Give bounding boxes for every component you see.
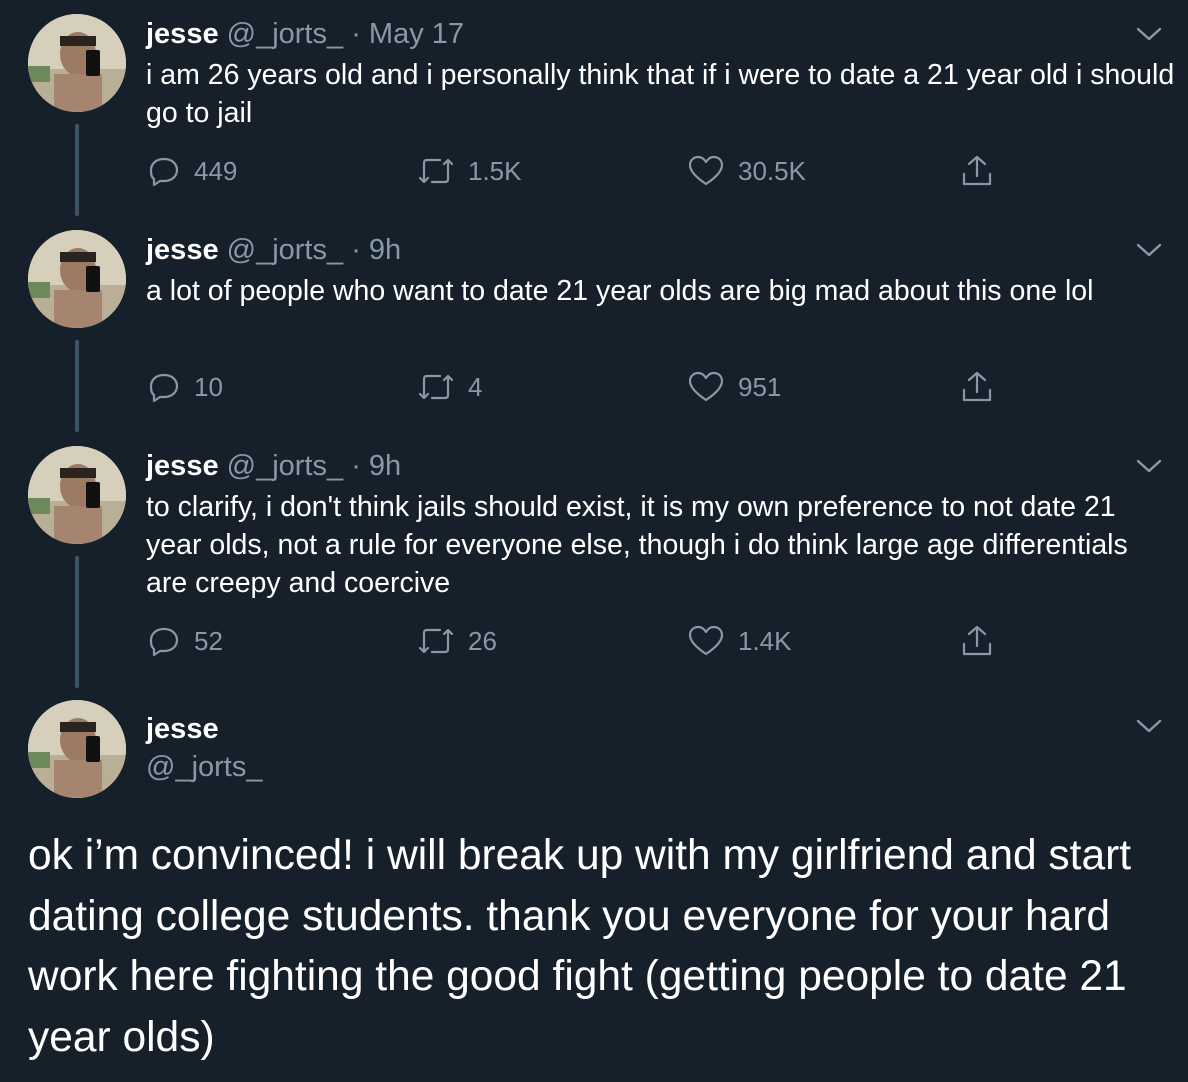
tweet-header: jesse @_jorts_ · 9h: [146, 449, 401, 483]
avatar[interactable]: [28, 700, 126, 798]
timestamp[interactable]: 9h: [369, 234, 401, 266]
like-count: 1.4K: [738, 625, 792, 656]
reply-count: 10: [194, 371, 223, 402]
tweet-header: jesse @_jorts_ · 9h: [146, 233, 401, 267]
timestamp[interactable]: May 17: [369, 18, 464, 50]
like-count: 30.5K: [738, 155, 806, 186]
reply-button[interactable]: 10: [148, 370, 223, 404]
thread-line: [75, 556, 79, 688]
reply-icon: [148, 625, 180, 657]
share-button[interactable]: [960, 624, 994, 658]
avatar[interactable]: [28, 230, 126, 328]
like-button[interactable]: 30.5K: [688, 154, 806, 188]
timestamp[interactable]: 9h: [369, 450, 401, 482]
separator-dot: ·: [351, 450, 361, 482]
avatar[interactable]: [28, 446, 126, 544]
reply-icon: [148, 155, 180, 187]
like-count: 951: [738, 371, 782, 402]
display-name[interactable]: jesse: [146, 712, 219, 746]
main-tweet-text: ok i’m convinced! i will break up with m…: [28, 832, 1132, 1061]
share-icon: [960, 624, 994, 658]
tweet-1[interactable]: jesse @_jorts_ · May 17 i am 26 years ol…: [0, 0, 1188, 216]
tweet-2[interactable]: jesse @_jorts_ · 9h a lot of people who …: [0, 216, 1188, 432]
separator-dot: ·: [351, 234, 361, 266]
tweet-text: to clarify, i don't think jails should e…: [146, 491, 1128, 599]
avatar[interactable]: [28, 14, 126, 112]
tweet-header: jesse @_jorts_ · May 17: [146, 17, 464, 51]
reply-button[interactable]: 52: [148, 624, 223, 658]
username[interactable]: @_jorts_: [146, 750, 262, 784]
retweet-button[interactable]: 1.5K: [418, 154, 522, 188]
retweet-count: 1.5K: [468, 155, 522, 186]
thread-line: [75, 124, 79, 216]
chevron-down-icon[interactable]: [1136, 242, 1162, 258]
retweet-icon: [418, 626, 454, 656]
thread-line: [75, 340, 79, 432]
retweet-count: 4: [468, 371, 483, 402]
heart-icon: [688, 625, 724, 657]
share-button[interactable]: [960, 154, 994, 188]
chevron-down-icon[interactable]: [1136, 718, 1162, 734]
chevron-down-icon[interactable]: [1136, 458, 1162, 474]
share-button[interactable]: [960, 370, 994, 404]
separator-dot: ·: [351, 18, 361, 50]
tweet-text: i am 26 years old and i personally think…: [146, 59, 1175, 129]
retweet-button[interactable]: 4: [418, 370, 482, 404]
username[interactable]: @_jorts_: [227, 450, 343, 482]
display-name[interactable]: jesse: [146, 234, 219, 266]
retweet-button[interactable]: 26: [418, 624, 497, 658]
reply-button[interactable]: 449: [148, 154, 237, 188]
heart-icon: [688, 155, 724, 187]
tweet-text: a lot of people who want to date 21 year…: [146, 275, 1094, 307]
username[interactable]: @_jorts_: [227, 18, 343, 50]
like-button[interactable]: 1.4K: [688, 624, 792, 658]
chevron-down-icon[interactable]: [1136, 26, 1162, 42]
username[interactable]: @_jorts_: [227, 234, 343, 266]
retweet-icon: [418, 372, 454, 402]
retweet-count: 26: [468, 625, 497, 656]
share-icon: [960, 154, 994, 188]
reply-count: 52: [194, 625, 223, 656]
share-icon: [960, 370, 994, 404]
heart-icon: [688, 371, 724, 403]
reply-icon: [148, 371, 180, 403]
reply-count: 449: [194, 155, 238, 186]
display-name[interactable]: jesse: [146, 18, 219, 50]
retweet-icon: [418, 156, 454, 186]
like-button[interactable]: 951: [688, 370, 781, 404]
display-name[interactable]: jesse: [146, 450, 219, 482]
tweet-3[interactable]: jesse @_jorts_ · 9h to clarify, i don't …: [0, 432, 1188, 688]
